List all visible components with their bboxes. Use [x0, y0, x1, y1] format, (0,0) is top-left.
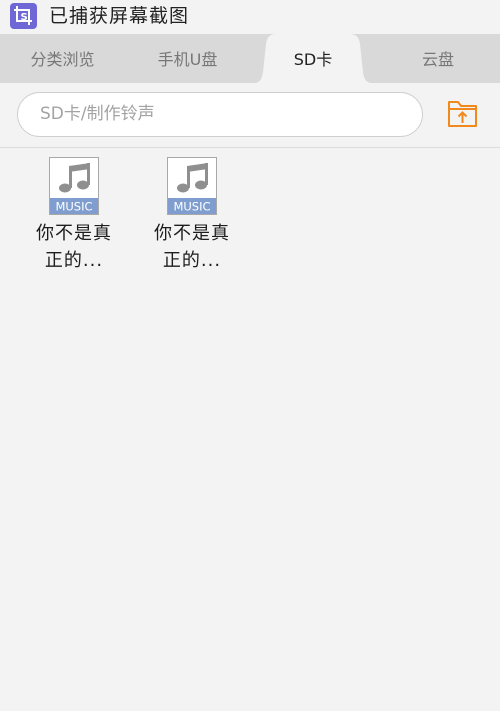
file-name: 你不是真 正的... — [24, 220, 124, 274]
file-name-line-2: 正的... — [162, 250, 222, 271]
file-name-line-2: 正的... — [44, 250, 104, 271]
path-bar: SD卡/制作铃声 — [0, 83, 500, 148]
tab-cloud-disk[interactable]: 云盘 — [376, 34, 500, 83]
music-file-icon: MUSIC — [167, 157, 217, 215]
tab-category-browse[interactable]: 分类浏览 — [0, 34, 125, 83]
file-name: 你不是真 正的... — [142, 220, 242, 274]
file-name-line-1: 你不是真 — [36, 223, 112, 244]
folder-up-icon — [448, 101, 477, 127]
upload-button[interactable] — [446, 99, 480, 129]
music-file-icon: MUSIC — [49, 157, 99, 215]
tab-phone-udisk[interactable]: 手机U盘 — [125, 34, 250, 83]
path-input[interactable]: SD卡/制作铃声 — [17, 92, 423, 137]
tab-bar: 分类浏览 手机U盘 SD卡 云盘 — [0, 34, 500, 83]
tab-sd-card[interactable]: SD卡 — [255, 34, 371, 83]
file-grid: MUSIC 你不是真 正的... MUSIC 你不是真 正的... — [0, 148, 500, 711]
notification-text: 已捕获屏幕截图 — [49, 5, 190, 27]
svg-text:MUSIC: MUSIC — [55, 200, 92, 214]
svg-text:MUSIC: MUSIC — [173, 200, 210, 214]
file-name-line-1: 你不是真 — [154, 223, 230, 244]
screenshot-icon: S — [10, 3, 37, 29]
status-bar: S 已捕获屏幕截图 — [0, 0, 500, 34]
svg-text:S: S — [21, 12, 28, 23]
